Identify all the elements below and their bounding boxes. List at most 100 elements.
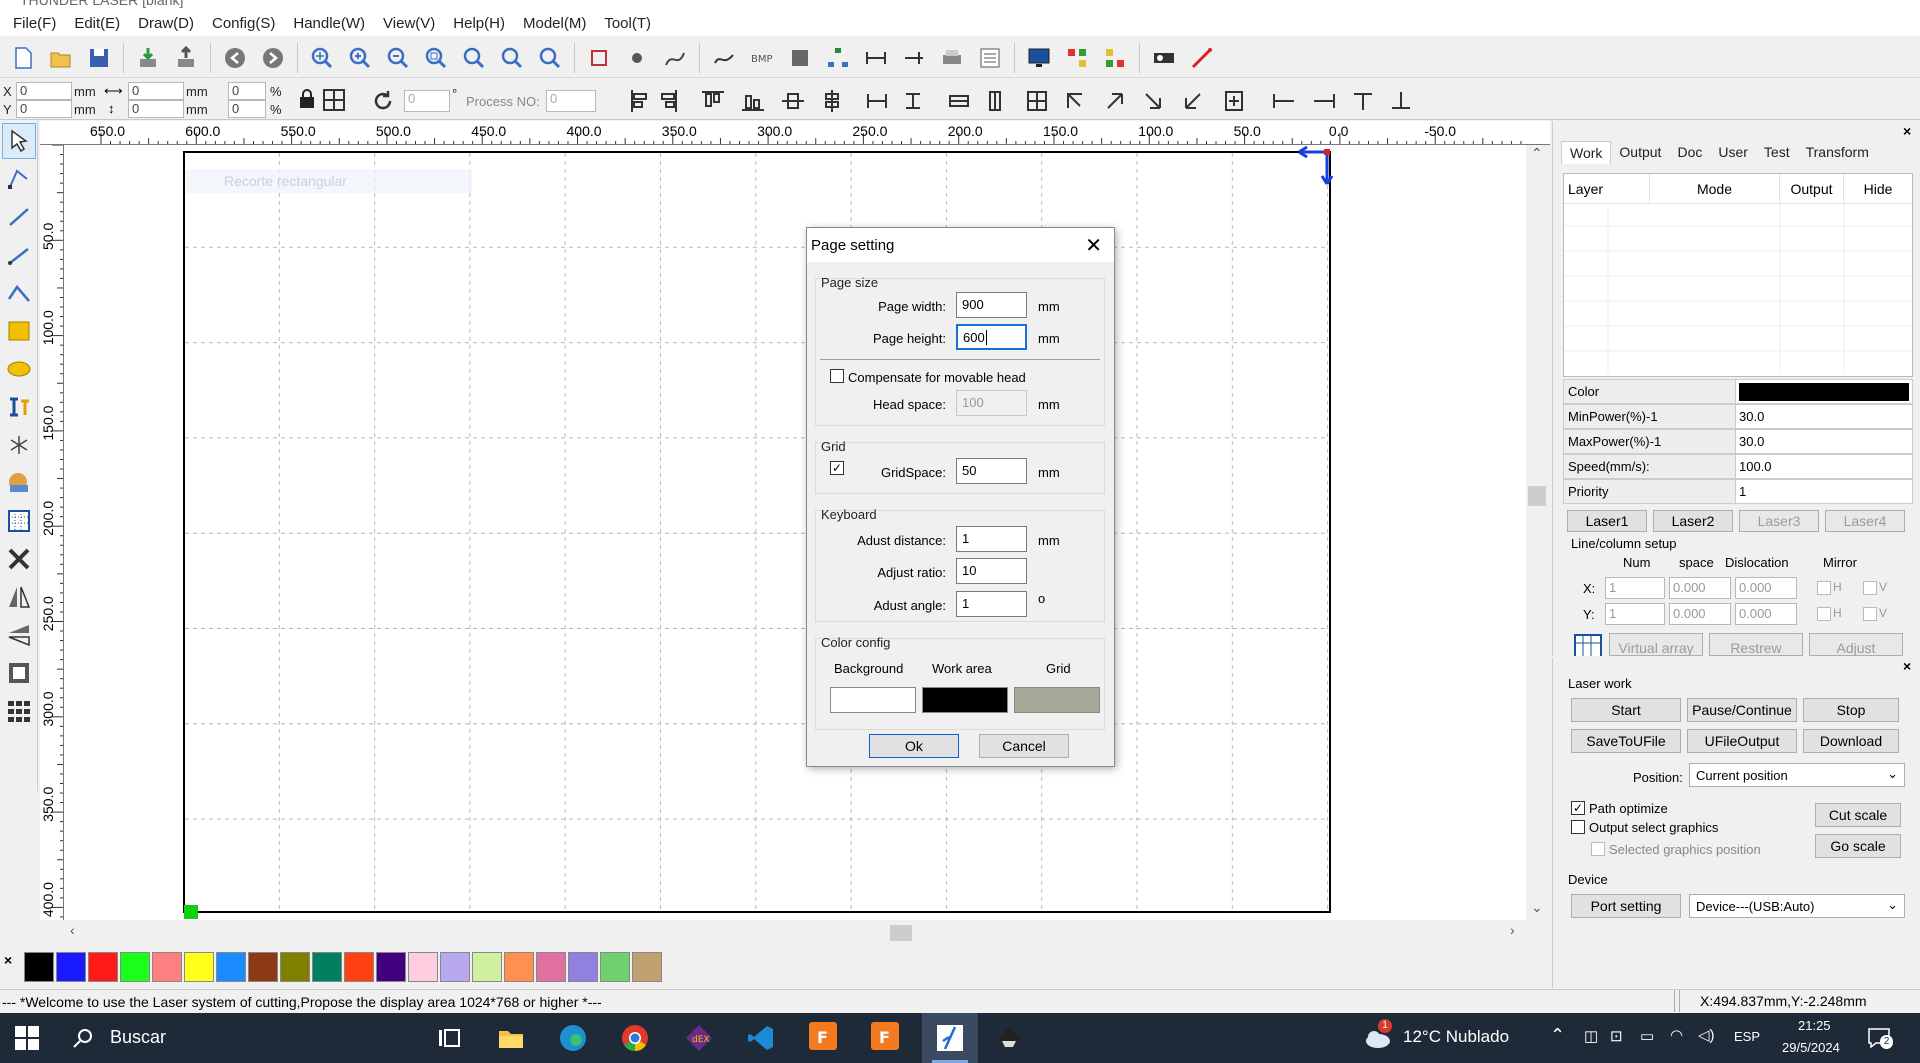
laser-head-button[interactable]	[1147, 41, 1181, 75]
menu-help[interactable]: Help(H)	[444, 15, 514, 32]
menu-config[interactable]: Config(S)	[203, 15, 284, 32]
color-swatch[interactable]	[1739, 383, 1909, 401]
zoom-window-button[interactable]	[419, 41, 453, 75]
panel-close-icon[interactable]: ×	[1903, 123, 1911, 139]
menu-tool[interactable]: Tool(T)	[595, 15, 660, 32]
selected-position-checkbox[interactable]	[1591, 842, 1605, 856]
device-select[interactable]: Device---(USB:Auto) ⌄	[1689, 894, 1905, 918]
x-num-input[interactable]: 1	[1605, 577, 1665, 599]
palette-color-swatch[interactable]	[440, 952, 470, 982]
export-button[interactable]	[169, 41, 203, 75]
x-space-input[interactable]: 0.000	[1669, 577, 1731, 599]
mirror-y-v-checkbox[interactable]	[1863, 607, 1877, 621]
laser-pointer-button[interactable]	[1185, 41, 1219, 75]
node-tool[interactable]	[2, 161, 36, 197]
scroll-right-icon[interactable]: ›	[1510, 922, 1515, 938]
laser2-button[interactable]: Laser2	[1653, 510, 1733, 532]
mirror-y-h-checkbox[interactable]	[1817, 607, 1831, 621]
image-tool[interactable]	[2, 465, 36, 501]
palette-color-swatch[interactable]	[24, 952, 54, 982]
curve-button[interactable]	[707, 41, 741, 75]
scroll-left-icon[interactable]: ‹	[70, 922, 75, 938]
zoom-page-button[interactable]	[457, 41, 491, 75]
open-file-button[interactable]	[44, 41, 78, 75]
mirror-v-tool[interactable]	[2, 617, 36, 653]
menu-handle[interactable]: Handle(W)	[284, 15, 374, 32]
taskbar-search-label[interactable]: Buscar	[110, 1027, 166, 1048]
weather-icon[interactable]: 1	[1362, 1019, 1392, 1051]
vertical-scrollbar[interactable]: ⌃ ⌄	[1526, 145, 1548, 920]
prop-priority[interactable]: Priority 1	[1563, 479, 1913, 504]
menu-model[interactable]: Model(M)	[514, 15, 595, 32]
background-color-swatch[interactable]	[830, 687, 916, 713]
grid-button[interactable]	[322, 88, 346, 112]
virtual-array-button[interactable]: Virtual array	[1609, 633, 1703, 656]
palette-color-swatch[interactable]	[472, 952, 502, 982]
grid-checkbox[interactable]: ✓	[830, 461, 844, 475]
palette-color-swatch[interactable]	[632, 952, 662, 982]
prop-speed[interactable]: Speed(mm/s): 100.0	[1563, 454, 1913, 479]
palette-color-swatch[interactable]	[568, 952, 598, 982]
palette-color-swatch[interactable]	[280, 952, 310, 982]
y-position-input[interactable]: 0	[16, 100, 72, 118]
rotate-button[interactable]	[370, 88, 396, 114]
y-dislocation-input[interactable]: 0.000	[1735, 603, 1797, 625]
palette-color-swatch[interactable]	[248, 952, 278, 982]
optimize2-button[interactable]	[1098, 41, 1132, 75]
stop-button[interactable]: Stop	[1803, 698, 1899, 722]
virtual-array-icon[interactable]	[1573, 633, 1603, 656]
menu-file[interactable]: File(F)	[4, 15, 65, 32]
save-button[interactable]	[82, 41, 116, 75]
wifi-icon[interactable]: ◠	[1670, 1026, 1683, 1044]
delete-tool[interactable]	[2, 541, 36, 577]
tab-output[interactable]: Output	[1611, 141, 1669, 164]
scroll-down-icon[interactable]: ⌄	[1531, 899, 1543, 916]
palette-color-swatch[interactable]	[504, 952, 534, 982]
palette-color-swatch[interactable]	[216, 952, 246, 982]
start-button[interactable]: Start	[1571, 698, 1681, 722]
active-laser-app[interactable]	[922, 1013, 978, 1063]
adjust-ratio-input[interactable]: 10	[956, 558, 1027, 584]
dialog-close-icon[interactable]: ✕	[1085, 233, 1114, 258]
prop-color[interactable]: Color	[1563, 379, 1913, 404]
restrew-button[interactable]: Restrew	[1709, 633, 1803, 656]
zoom-in-button[interactable]	[343, 41, 377, 75]
language-indicator[interactable]: ESP	[1734, 1029, 1760, 1044]
cancel-button[interactable]: Cancel	[979, 734, 1069, 758]
line-tool[interactable]	[2, 199, 36, 235]
array-h-button[interactable]	[859, 41, 893, 75]
position-select[interactable]: Current position ⌄	[1689, 763, 1905, 787]
ellipse-tool[interactable]	[2, 351, 36, 387]
height-input[interactable]: 0	[128, 100, 184, 118]
battery-icon[interactable]: ▭	[1640, 1027, 1654, 1045]
width-input[interactable]: 0	[128, 82, 184, 100]
tab-transform[interactable]: Transform	[1798, 141, 1877, 164]
drawing-canvas[interactable]: Recorte rectangular	[64, 145, 1526, 920]
palette-close-icon[interactable]: ×	[4, 952, 12, 968]
palette-color-swatch[interactable]	[56, 952, 86, 982]
cut-scale-button[interactable]: Cut scale	[1815, 803, 1901, 827]
dex-app-icon[interactable]: dEX	[684, 1023, 714, 1053]
polyline-tool[interactable]	[2, 237, 36, 273]
undo-button[interactable]	[218, 41, 252, 75]
zoom-move-button[interactable]	[305, 41, 339, 75]
grid-color-swatch[interactable]	[1014, 687, 1100, 713]
laser1-button[interactable]: Laser1	[1567, 510, 1647, 532]
fill-button[interactable]	[783, 41, 817, 75]
y-space-input[interactable]: 0.000	[1669, 603, 1731, 625]
palette-color-swatch[interactable]	[344, 952, 374, 982]
palette-color-swatch[interactable]	[536, 952, 566, 982]
menu-view[interactable]: View(V)	[374, 15, 444, 32]
x-position-input[interactable]: 0	[16, 82, 72, 100]
vscode-icon[interactable]	[746, 1023, 776, 1053]
zoom-data-button[interactable]	[495, 41, 529, 75]
text-tool[interactable]	[2, 389, 36, 425]
bitmap-button[interactable]: BMP	[745, 41, 779, 75]
palette-color-swatch[interactable]	[152, 952, 182, 982]
palette-color-swatch[interactable]	[184, 952, 214, 982]
file-explorer-icon[interactable]	[496, 1023, 526, 1053]
rectangle-tool[interactable]	[2, 313, 36, 349]
point-tool[interactable]	[2, 427, 36, 463]
zoom-out-button[interactable]	[381, 41, 415, 75]
work-area-color-swatch[interactable]	[922, 687, 1008, 713]
